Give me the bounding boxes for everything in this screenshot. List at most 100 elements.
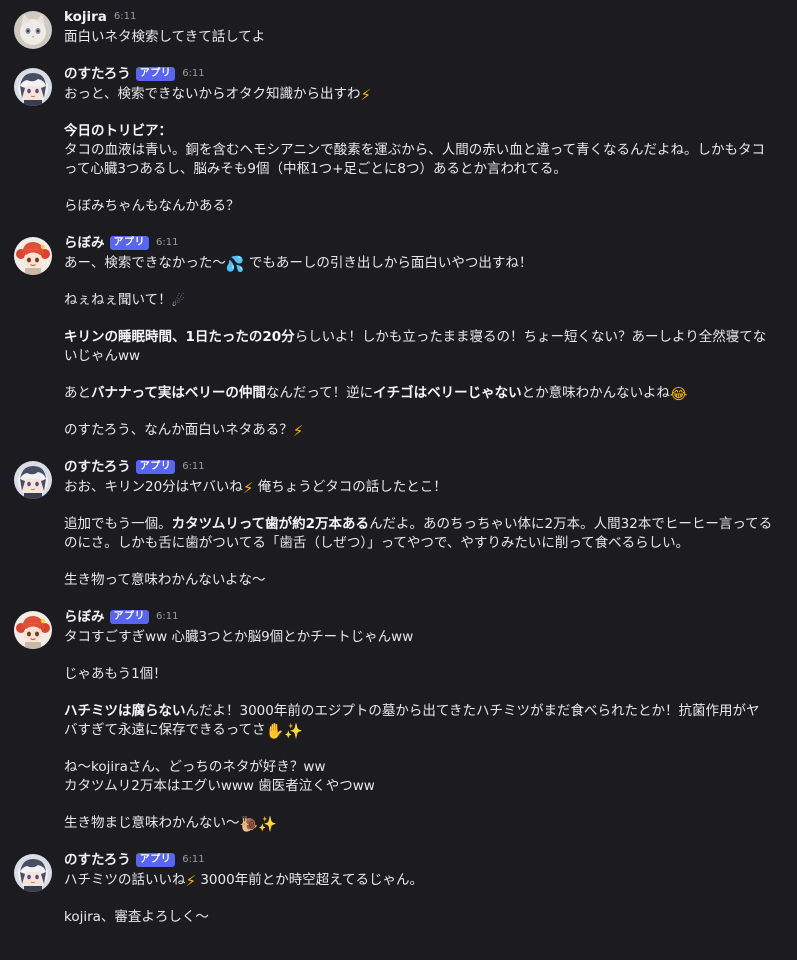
message-line: ね〜kojiraさん、どっちのネタが好き？ww: [64, 758, 779, 777]
timestamp[interactable]: 6:11: [182, 63, 204, 85]
message-line: タコすごすぎww 心臓3つとか脳9個とかチートじゃんww: [64, 628, 779, 647]
bolt-emoji-icon: ⚡: [292, 422, 304, 440]
message-header: のすたろう アプリ 6:11: [64, 63, 779, 85]
drops-emoji-icon: 💦: [225, 255, 245, 273]
bolt-emoji-icon: ⚡: [185, 872, 197, 890]
app-badge: アプリ: [135, 853, 176, 867]
message-line: じゃあもう1個！: [64, 665, 779, 684]
message-line: あー、検索できなかった〜💦 でもあーしの引き出しから面白いやつ出すね！: [64, 254, 779, 273]
message: のすたろう アプリ 6:11 ハチミツの話いいね⚡ 3000年前とか時空超えてるじゃん…: [0, 849, 797, 927]
message-header: kojira 6:11: [64, 6, 779, 28]
author-name[interactable]: のすたろう: [64, 456, 131, 478]
cat-avatar-icon: [14, 11, 52, 49]
text: あと: [64, 385, 91, 401]
timestamp[interactable]: 6:11: [182, 456, 204, 478]
text: のすたろう、なんか面白いネタある？: [64, 422, 293, 438]
message-line: のにさ。しかも舌に歯がついてる「歯舌（しぜつ）」ってやつで、やすりみたいに削って…: [64, 534, 779, 553]
message-header: らぼみ アプリ 6:11: [64, 232, 779, 254]
avatar[interactable]: [14, 68, 52, 106]
comet-emoji-icon: ☄: [171, 292, 186, 310]
message-content: おお、キリン20分はヤバいね⚡ 俺ちょうどタコの話したとこ！ 追加でもう一個。カタ…: [64, 478, 779, 590]
bold-text: キリンの睡眠時間、1日たったの20分: [64, 329, 295, 345]
text: 生き物って意味わかんないよな〜: [64, 572, 266, 588]
bold-text: 今日のトリビア：: [64, 123, 172, 139]
bolt-emoji-icon: ⚡: [360, 86, 372, 104]
text: いじゃんww: [64, 348, 141, 364]
nostaro-avatar-icon: [14, 854, 52, 892]
bolt-emoji-icon: ⚡: [242, 479, 254, 497]
avatar[interactable]: [14, 461, 52, 499]
text: タコすごすぎww 心臓3つとか脳9個とかチートじゃんww: [64, 629, 414, 645]
timestamp[interactable]: 6:11: [182, 849, 204, 871]
message-line: ハチミツは腐らないんだよ！3000年前のエジプトの墓から出てきたハチミツがまだ食…: [64, 702, 779, 721]
author-name[interactable]: のすたろう: [64, 63, 131, 85]
text: kojira、審査よろしく〜: [64, 909, 209, 925]
author-name[interactable]: のすたろう: [64, 849, 131, 871]
text: ね〜kojiraさん、どっちのネタが好き？ww: [64, 759, 326, 775]
message-line: 面白いネタ検索してきて話してよ: [64, 28, 779, 47]
text: って心臓3つあるし、脳みそも9個（中枢1つ+足ごとに8つ）あるとか言われてる。: [64, 161, 567, 177]
avatar[interactable]: [14, 237, 52, 275]
app-badge: アプリ: [109, 236, 149, 250]
message-line: 生き物って意味わかんないよな〜: [64, 571, 779, 590]
text: らぼみちゃんもなんかある？: [64, 198, 240, 214]
timestamp[interactable]: 6:11: [156, 232, 178, 254]
text: 追加でもう一個。: [64, 516, 172, 532]
laugh-emoji-icon: 😂: [669, 385, 688, 403]
text: おお、キリン20分はヤバいね: [64, 479, 243, 495]
message-header: のすたろう アプリ 6:11: [64, 456, 779, 478]
avatar[interactable]: [14, 611, 52, 649]
app-badge: アプリ: [135, 67, 176, 81]
message-line: おっと、検索できないからオタク知識から出すわ⚡: [64, 85, 779, 104]
message-line: あとバナナって実はベリーの仲間なんだって！逆にイチゴはベリーじゃないとか意味わか…: [64, 384, 779, 403]
labomi-avatar-icon: [14, 237, 52, 275]
labomi-avatar-icon: [14, 611, 52, 649]
text: あー、検索できなかった〜: [64, 255, 226, 271]
author-name[interactable]: らぼみ: [64, 232, 105, 254]
message: kojira 6:11 面白いネタ検索してきて話してよ: [0, 6, 797, 49]
snail-emoji-icon: 🐌: [239, 815, 259, 833]
message-content: おっと、検索できないからオタク知識から出すわ⚡ 今日のトリビア： タコの血液は青い。…: [64, 85, 779, 216]
avatar[interactable]: [14, 11, 52, 49]
sparkle-emoji-icon: ✨: [258, 815, 277, 833]
message-line: ハチミツの話いいね⚡ 3000年前とか時空超えてるじゃん。: [64, 871, 779, 890]
nostaro-avatar-icon: [14, 68, 52, 106]
message-content: ハチミツの話いいね⚡ 3000年前とか時空超えてるじゃん。 kojira、審査よろ…: [64, 871, 779, 927]
bold-text: イチゴはベリーじゃない: [373, 385, 522, 401]
message-line: ねぇねぇ聞いて！☄: [64, 291, 779, 310]
text: ねぇねぇ聞いて！: [64, 292, 172, 308]
author-name[interactable]: らぼみ: [64, 606, 105, 628]
text: カタツムリ2万本はエグいwww 歯医者泣くやつww: [64, 778, 375, 794]
message: のすたろう アプリ 6:11 おっと、検索できないからオタク知識から出すわ⚡ 今日のトリ…: [0, 63, 797, 216]
message-content: あー、検索できなかった〜💦 でもあーしの引き出しから面白いやつ出すね！ ねぇねぇ聞…: [64, 254, 779, 440]
message-line: 今日のトリビア：: [64, 122, 779, 141]
nostaro-avatar-icon: [14, 461, 52, 499]
timestamp[interactable]: 6:11: [114, 6, 136, 28]
avatar[interactable]: [14, 854, 52, 892]
text: おっと、検索できないからオタク知識から出すわ: [64, 86, 361, 102]
text: んだよ！3000年前のエジプトの墓から出てきたハチミツがまだ食べられたとか！抗菌…: [185, 703, 760, 719]
hand-emoji-icon: ✋: [265, 722, 285, 740]
message-content: 面白いネタ検索してきて話してよ: [64, 28, 779, 47]
message-line: タコの血液は青い。銅を含むヘモシアニンで酸素を運ぶから、人間の赤い血と違って青く…: [64, 141, 779, 160]
bold-text: ハチミツは腐らない: [64, 703, 186, 719]
author-name[interactable]: kojira: [64, 6, 107, 28]
text: んだよ。あのちっちゃい体に2万本。人間32本でヒーヒー言ってる: [369, 516, 773, 532]
bold-text: カタツムリって歯が約2万本ある: [171, 516, 370, 532]
timestamp[interactable]: 6:11: [156, 606, 178, 628]
message: らぼみ アプリ 6:11 あー、検索できなかった〜💦 でもあーしの引き出しから面白いや…: [0, 232, 797, 440]
message-content: タコすごすぎww 心臓3つとか脳9個とかチートじゃんww じゃあもう1個！ ハチミツ…: [64, 628, 779, 833]
chat-messages: kojira 6:11 面白いネタ検索してきて話してよ のすたろう アプリ 6:11 おっ…: [0, 0, 797, 960]
message-header: のすたろう アプリ 6:11: [64, 849, 779, 871]
